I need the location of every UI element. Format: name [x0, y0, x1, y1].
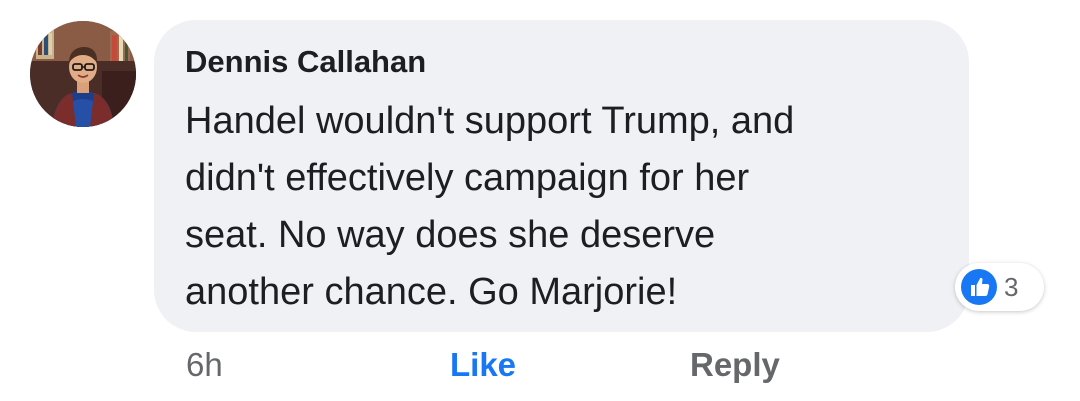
thumbs-up-icon: [961, 269, 997, 305]
avatar-photo: [30, 21, 136, 127]
comment-timestamp[interactable]: 6h: [186, 340, 223, 390]
reaction-summary[interactable]: 3: [955, 263, 1044, 311]
like-button[interactable]: Like: [450, 340, 516, 390]
reaction-count: 3: [1004, 271, 1019, 302]
comment-actions: 6h Like Reply: [0, 340, 1080, 390]
reply-button[interactable]: Reply: [690, 340, 780, 390]
comment-author-name[interactable]: Dennis Callahan: [185, 40, 945, 84]
author-avatar[interactable]: [30, 21, 136, 127]
comment-text: Handel wouldn't support Trump, and didn'…: [185, 100, 795, 313]
comment-bubble: Dennis Callahan Handel wouldn't support …: [154, 20, 969, 332]
